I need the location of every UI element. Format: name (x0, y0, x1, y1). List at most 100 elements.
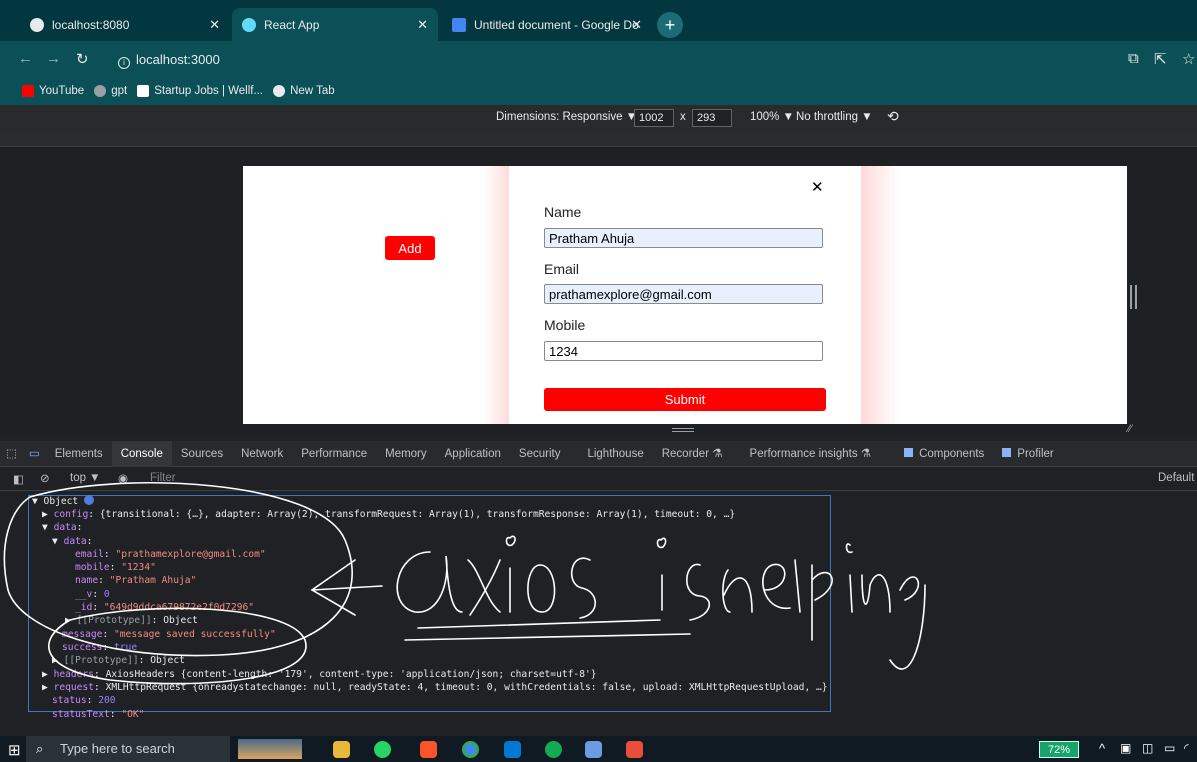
mobile-input[interactable] (544, 341, 823, 361)
tab-profiler[interactable]: Profiler (993, 441, 1062, 467)
bookmark-label: New Tab (290, 85, 335, 97)
console-line[interactable]: ▶ config: {transitional: {…}, adapter: A… (42, 509, 735, 520)
height-input[interactable]: 293 (692, 109, 732, 127)
bookmark-label: YouTube (39, 85, 85, 97)
url-text: localhost:3000 (136, 52, 220, 67)
share-icon[interactable]: ⇱ (1154, 50, 1167, 68)
tab-lighthouse[interactable]: Lighthouse (569, 441, 652, 467)
info-icon: i (118, 57, 130, 69)
console-output: ▼ Object ▶ config: {transitional: {…}, a… (0, 491, 1197, 736)
bookmark-new-tab[interactable]: New Tab (273, 85, 335, 97)
context-select[interactable]: top ▼ (70, 472, 101, 484)
tab-react-app[interactable]: React App ✕ (232, 8, 438, 41)
close-icon[interactable]: ✕ (811, 178, 824, 196)
rotate-icon[interactable]: ⟲ (887, 108, 899, 125)
inspect-icon[interactable]: ⬚ (0, 441, 23, 467)
console-line[interactable]: ▶ request: XMLHttpRequest {onreadystatec… (42, 682, 828, 693)
tab-elements[interactable]: Elements (46, 441, 112, 467)
console-line[interactable]: ▶ [[Prototype]]: Object (52, 655, 185, 666)
battery-icon[interactable]: ▭ (1164, 741, 1175, 755)
mongodb-compass-icon[interactable] (545, 741, 562, 758)
back-icon[interactable]: ← (18, 50, 33, 67)
dimensions-select[interactable]: Dimensions: Responsive ▼ (496, 111, 637, 123)
bookmarks-bar: YouTube gpt Startup Jobs | Wellf... New … (0, 77, 1197, 105)
whatsapp-icon[interactable] (374, 741, 391, 758)
console-line: mobile: "1234" (75, 562, 156, 573)
forward-icon[interactable]: → (46, 50, 61, 67)
corner-resize-handle[interactable]: ⁄⁄ (1128, 423, 1132, 435)
name-input[interactable] (544, 228, 823, 248)
youtube-icon (22, 85, 34, 97)
chevron-up-icon[interactable]: ^ (1099, 741, 1105, 756)
browser-tab-strip: localhost:8080 ✕ React App ✕ Untitled do… (0, 0, 1197, 41)
throttling-select[interactable]: No throttling ▼ (796, 111, 873, 123)
add-button[interactable]: Add (385, 236, 435, 260)
bookmark-startup-jobs[interactable]: Startup Jobs | Wellf... (137, 85, 263, 97)
address-bar[interactable]: i localhost:3000 (104, 47, 1114, 73)
taskbar-search[interactable]: ⌕ Type here to search (26, 736, 230, 762)
tab-performance-insights[interactable]: Performance insights ⚗ (732, 441, 881, 467)
battery-indicator[interactable]: 72% (1039, 741, 1079, 758)
tab-sources[interactable]: Sources (172, 441, 232, 467)
tab-components[interactable]: Components (880, 441, 993, 467)
system-tray-icon[interactable]: ▣ (1120, 741, 1131, 755)
sidebar-toggle-icon[interactable]: ◧ (13, 472, 24, 486)
right-resize-handle[interactable] (1130, 285, 1137, 309)
name-label: Name (544, 204, 582, 220)
console-line[interactable]: ▼ data: (52, 536, 92, 547)
file-explorer-icon[interactable] (333, 741, 350, 758)
console-line: email: "prathamexplore@gmail.com" (75, 549, 266, 560)
clear-console-icon[interactable]: ⊘ (40, 471, 50, 485)
windows-start-icon[interactable]: ⊞ (8, 741, 21, 759)
filter-input[interactable]: Filter (150, 472, 176, 484)
tab-label: Components (919, 447, 985, 460)
brave-icon[interactable] (420, 741, 437, 758)
console-line: status: 200 (52, 695, 116, 706)
close-icon[interactable]: ✕ (417, 17, 428, 33)
react-devtools-icon (1002, 447, 1012, 457)
submit-button[interactable]: Submit (544, 388, 826, 411)
bottom-resize-handle[interactable] (672, 428, 694, 432)
bookmark-gpt[interactable]: gpt (94, 85, 127, 97)
meet-icon[interactable]: ◫ (1142, 741, 1153, 755)
globe-icon (273, 85, 286, 97)
console-line[interactable]: ▼ data: (42, 522, 82, 533)
width-input[interactable]: 1002 (634, 109, 674, 127)
reload-icon[interactable]: ↻ (76, 50, 89, 68)
new-tab-button[interactable]: + (657, 12, 683, 38)
bookmark-label: Startup Jobs | Wellf... (154, 85, 264, 97)
cast-icon[interactable]: ⧉ (1128, 50, 1139, 67)
close-icon[interactable]: ✕ (209, 17, 220, 33)
tab-security[interactable]: Security (510, 441, 570, 467)
tab-recorder[interactable]: Recorder ⚗ (653, 441, 732, 467)
google-docs-icon (452, 17, 466, 32)
device-toggle-icon[interactable]: ▭ (23, 441, 46, 467)
openai-icon (94, 85, 107, 97)
form-modal: ✕ Name Email Mobile Submit (509, 166, 861, 424)
zoom-select[interactable]: 100% ▼ (750, 111, 794, 123)
tab-network[interactable]: Network (232, 441, 292, 467)
bookmark-youtube[interactable]: YouTube (22, 85, 84, 97)
tab-console[interactable]: Console (111, 440, 172, 467)
star-icon[interactable]: ☆ (1182, 50, 1195, 68)
wifi-icon[interactable]: ◜ (1184, 741, 1189, 755)
tab-memory[interactable]: Memory (376, 441, 436, 467)
tab-performance[interactable]: Performance (292, 441, 376, 467)
console-line[interactable]: ▶ headers: AxiosHeaders {content-length:… (42, 669, 597, 680)
tab-application[interactable]: Application (436, 441, 510, 467)
log-levels-select[interactable]: Default (1158, 472, 1194, 484)
close-icon[interactable]: ✕ (631, 17, 642, 33)
vscode-icon[interactable] (504, 741, 521, 758)
tab-google-docs[interactable]: Untitled document - Google Do ✕ (442, 8, 652, 41)
console-line[interactable]: ▶ [[Prototype]]: Object (65, 615, 198, 626)
email-input[interactable] (544, 284, 823, 304)
console-line: name: "Pratham Ahuja" (75, 575, 197, 586)
eye-icon[interactable]: ◉ (118, 471, 128, 485)
console-line: message: "message saved successfully" (62, 629, 276, 640)
console-line[interactable]: ▼ Object (32, 495, 94, 507)
chrome-icon[interactable] (462, 741, 479, 758)
tab-localhost-8080[interactable]: localhost:8080 ✕ (20, 8, 230, 41)
app-icon[interactable] (585, 741, 602, 758)
search-icon: ⌕ (36, 741, 44, 756)
postman-icon[interactable] (626, 741, 643, 758)
